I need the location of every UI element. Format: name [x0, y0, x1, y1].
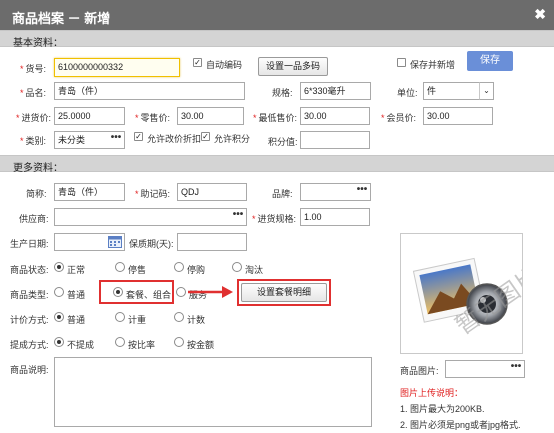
commission-label: 提成方式: — [10, 340, 49, 350]
status-stop-purchase-radio[interactable] — [174, 262, 184, 272]
dialog-title: 商品档案 － 新增 — [12, 11, 111, 26]
auto-code-label: 自动编码 — [206, 60, 243, 70]
retail-label: * 零售价: — [135, 113, 171, 123]
min-price-label: * 最低售价: — [253, 113, 298, 123]
supplier-input[interactable] — [54, 208, 231, 226]
supplier-picker-button[interactable]: ••• — [230, 208, 247, 226]
shelf-life-label: 保质期(天): — [129, 239, 174, 249]
status-label: 商品状态: — [10, 265, 49, 275]
status-stop-sale-radio[interactable] — [115, 262, 125, 272]
purchase-spec-input[interactable]: 1.00 — [300, 208, 370, 226]
upload-note-1: 1. 图片最大为200KB. — [400, 404, 485, 414]
type-combo-label: 套餐、组合 — [126, 290, 172, 300]
multi-code-button[interactable]: 设置一品多码 — [258, 57, 328, 76]
price-count-radio[interactable] — [174, 312, 184, 322]
code-input[interactable]: 6100000000332 — [54, 58, 180, 77]
status-stop-sale-label: 停售 — [128, 265, 147, 275]
status-stop-purchase-label: 停购 — [187, 265, 206, 275]
name-input[interactable]: 青岛（件） — [54, 82, 245, 100]
no-image-placeholder-icon: 暂无图片 — [412, 257, 545, 340]
prod-date-label: 生产日期: — [10, 239, 49, 249]
member-price-input[interactable]: 30.00 — [423, 107, 493, 125]
type-service-radio[interactable] — [176, 287, 186, 297]
price-count-label: 计数 — [187, 315, 206, 325]
category-picker-button[interactable]: ••• — [108, 131, 125, 149]
mnemonic-label: * 助记码: — [135, 189, 171, 199]
section-basic-title: 基本资料： — [13, 38, 63, 49]
unit-select[interactable]: 件 — [423, 82, 481, 100]
status-normal-label: 正常 — [67, 265, 86, 275]
product-image-input[interactable] — [445, 360, 509, 378]
spec-label: 规格: — [272, 88, 293, 98]
category-input[interactable]: 未分类 — [54, 131, 109, 149]
dialog-titlebar: 商品档案 － 新增 ✖ — [0, 0, 554, 30]
type-normal-label: 普通 — [67, 290, 86, 300]
comm-ratio-label: 按比率 — [128, 340, 156, 350]
product-image-box[interactable]: 暂无图片 — [400, 233, 545, 354]
comm-ratio-radio[interactable] — [115, 337, 125, 347]
section-more-header: 更多资料： — [0, 155, 554, 174]
calendar-icon[interactable] — [108, 235, 122, 248]
retail-input[interactable]: 30.00 — [177, 107, 244, 125]
type-normal-radio[interactable] — [54, 287, 64, 297]
name-label: * 品名: — [20, 88, 47, 98]
allow-points-label: 允许积分 — [214, 134, 251, 144]
comm-amount-radio[interactable] — [174, 337, 184, 347]
status-normal-radio[interactable] — [54, 262, 64, 272]
pricing-label: 计价方式: — [10, 315, 49, 325]
comm-none-radio[interactable] — [54, 337, 64, 347]
brand-label: 品牌: — [272, 189, 293, 199]
product-image-picker-button[interactable]: ••• — [508, 360, 525, 378]
section-more-title: 更多资料： — [13, 163, 63, 174]
price-weight-radio[interactable] — [115, 312, 125, 322]
allow-discount-checkbox[interactable]: ✓ — [134, 132, 143, 141]
product-image-label: 商品图片: — [400, 366, 439, 376]
close-icon[interactable]: ✖ — [534, 6, 546, 23]
min-price-input[interactable]: 30.00 — [300, 107, 370, 125]
save-new-checkbox[interactable] — [397, 58, 406, 67]
status-eliminated-radio[interactable] — [232, 262, 242, 272]
short-name-input[interactable]: 青岛（件） — [54, 183, 125, 201]
comm-none-label: 不提成 — [67, 340, 95, 350]
description-textarea[interactable] — [54, 357, 372, 427]
supplier-label: 供应商: — [19, 214, 49, 224]
combo-detail-button[interactable]: 设置套餐明细 — [241, 283, 327, 302]
auto-code-checkbox[interactable]: ✓ — [193, 58, 202, 67]
red-arrow-icon — [188, 286, 233, 298]
status-eliminated-label: 淘汰 — [245, 265, 264, 275]
points-input[interactable] — [300, 131, 370, 149]
chevron-down-icon[interactable]: ⌄ — [479, 82, 494, 100]
allow-points-checkbox[interactable]: ✓ — [201, 132, 210, 141]
shelf-life-input[interactable] — [177, 233, 247, 251]
upload-note-2: 2. 图片必须是png或者jpg格式. — [400, 420, 521, 430]
section-basic-header: 基本资料： — [0, 30, 554, 49]
short-name-label: 简称: — [26, 189, 47, 199]
unit-label: 单位: — [397, 88, 418, 98]
purchase-spec-label: * 进货规格: — [252, 214, 297, 224]
category-label: * 类别: — [20, 136, 47, 146]
code-label: * 货号: — [20, 64, 47, 74]
points-label: 积分值: — [268, 137, 298, 147]
upload-instructions-title: 图片上传说明： — [400, 388, 464, 398]
cost-input[interactable]: 25.0000 — [54, 107, 125, 125]
save-button[interactable]: 保存 — [467, 51, 513, 71]
brand-input[interactable] — [300, 183, 355, 201]
spec-input[interactable]: 6*330毫升 — [300, 82, 371, 100]
price-normal-radio[interactable] — [54, 312, 64, 322]
type-combo-radio[interactable] — [113, 287, 123, 297]
description-label: 商品说明: — [10, 365, 49, 375]
cost-label: * 进货价: — [16, 113, 52, 123]
price-weight-label: 计重 — [128, 315, 147, 325]
member-price-label: * 会员价: — [381, 113, 417, 123]
price-normal-label: 普通 — [67, 315, 86, 325]
type-label: 商品类型: — [10, 290, 49, 300]
brand-picker-button[interactable]: ••• — [354, 183, 371, 201]
comm-amount-label: 按金额 — [187, 340, 215, 350]
mnemonic-input[interactable]: QDJ — [177, 183, 247, 201]
save-new-label: 保存并新增 — [410, 60, 456, 70]
allow-discount-label: 允许改价折扣 — [147, 134, 202, 144]
